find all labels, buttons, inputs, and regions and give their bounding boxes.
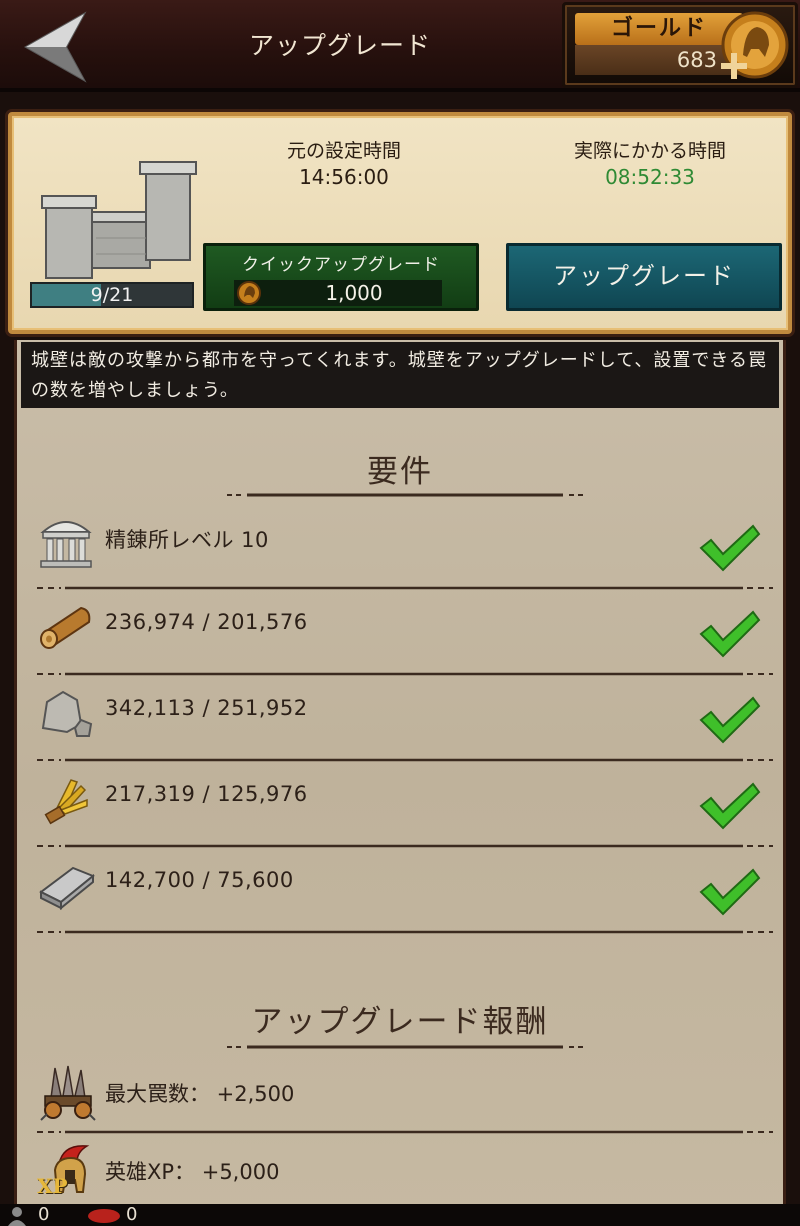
requirement-text: 342,113 / 251,952 [105, 696, 308, 720]
xp-badge: XP [37, 1174, 68, 1198]
trap-icon [40, 1065, 96, 1121]
count-b: 0 [126, 1204, 138, 1225]
city-wall-icon [41, 161, 197, 279]
quick-upgrade-label: クイックアップグレード [242, 255, 440, 275]
add-gold-icon[interactable] [715, 9, 791, 85]
refinery-icon [40, 521, 92, 568]
food-icon [44, 779, 88, 825]
gold-coin-icon [237, 281, 261, 305]
count-a: 0 [38, 1204, 50, 1225]
quick-upgrade-button[interactable]: クイックアップグレード 1,000 [203, 243, 479, 311]
requirement-text: 236,974 / 201,576 [105, 610, 308, 634]
page-title: アップグレード [248, 31, 431, 60]
checkmark-icon [699, 868, 761, 916]
row-divider [37, 758, 773, 762]
ore-icon [39, 866, 95, 911]
row-divider [37, 1130, 773, 1134]
requirement-row: 精錬所レベル 10 [17, 512, 783, 598]
reward-text: 英雄XP： +5,000 [105, 1160, 280, 1184]
requirements-title: 要件 [367, 454, 433, 490]
bottom-status-bar: 0 0 [0, 1204, 800, 1226]
reward-row: 最大罠数： +2,500 [17, 1062, 783, 1142]
requirement-row: 342,113 / 251,952 [17, 684, 783, 770]
original-time-value: 14:56:00 [299, 165, 389, 189]
stone-icon [41, 690, 93, 737]
requirement-text: 精錬所レベル 10 [105, 528, 269, 552]
top-bar: アップグレード ゴールド 683 [0, 0, 800, 92]
actual-time-block: 実際にかかる時間 08:52:33 [530, 136, 770, 189]
building-description: 城壁は敵の攻撃から都市を守ってくれます。城壁をアップグレードして、設置できる罠の… [21, 342, 779, 408]
checkmark-icon [699, 782, 761, 830]
section-divider [227, 493, 583, 497]
row-divider [37, 672, 773, 676]
requirement-row: 142,700 / 75,600 [17, 856, 783, 942]
upgrade-button[interactable]: アップグレード [506, 243, 782, 311]
wood-icon [40, 606, 91, 649]
details-panel: 城壁は敵の攻撃から都市を守ってくれます。城壁をアップグレードして、設置できる罠の… [14, 340, 786, 1226]
requirement-row: 236,974 / 201,576 [17, 598, 783, 684]
actual-time-value: 08:52:33 [605, 165, 695, 189]
original-time-block: 元の設定時間 14:56:00 [224, 136, 464, 189]
reward-text: 最大罠数： +2,500 [105, 1082, 295, 1106]
rewards-title: アップグレード報酬 [251, 1004, 549, 1040]
quick-upgrade-price: 1,000 [325, 281, 383, 305]
row-divider [37, 930, 773, 934]
red-gem-icon [88, 1209, 120, 1223]
requirement-text: 217,319 / 125,976 [105, 782, 308, 806]
requirement-text: 142,700 / 75,600 [105, 868, 294, 892]
actual-time-label: 実際にかかる時間 [573, 140, 726, 162]
building-level: 9/21 [30, 282, 194, 308]
checkmark-icon [699, 610, 761, 658]
gold-balance[interactable]: ゴールド 683 [562, 2, 798, 88]
back-arrow-icon[interactable] [22, 10, 100, 84]
checkmark-icon [699, 696, 761, 744]
building-info-panel: 9/21 元の設定時間 14:56:00 実際にかかる時間 08:52:33 ク… [8, 112, 792, 334]
row-divider [37, 586, 773, 590]
person-icon [8, 1207, 26, 1226]
original-time-label: 元の設定時間 [286, 140, 401, 162]
row-divider [37, 844, 773, 848]
requirement-row: 217,319 / 125,976 [17, 770, 783, 856]
checkmark-icon [699, 524, 761, 572]
section-divider [227, 1045, 583, 1049]
